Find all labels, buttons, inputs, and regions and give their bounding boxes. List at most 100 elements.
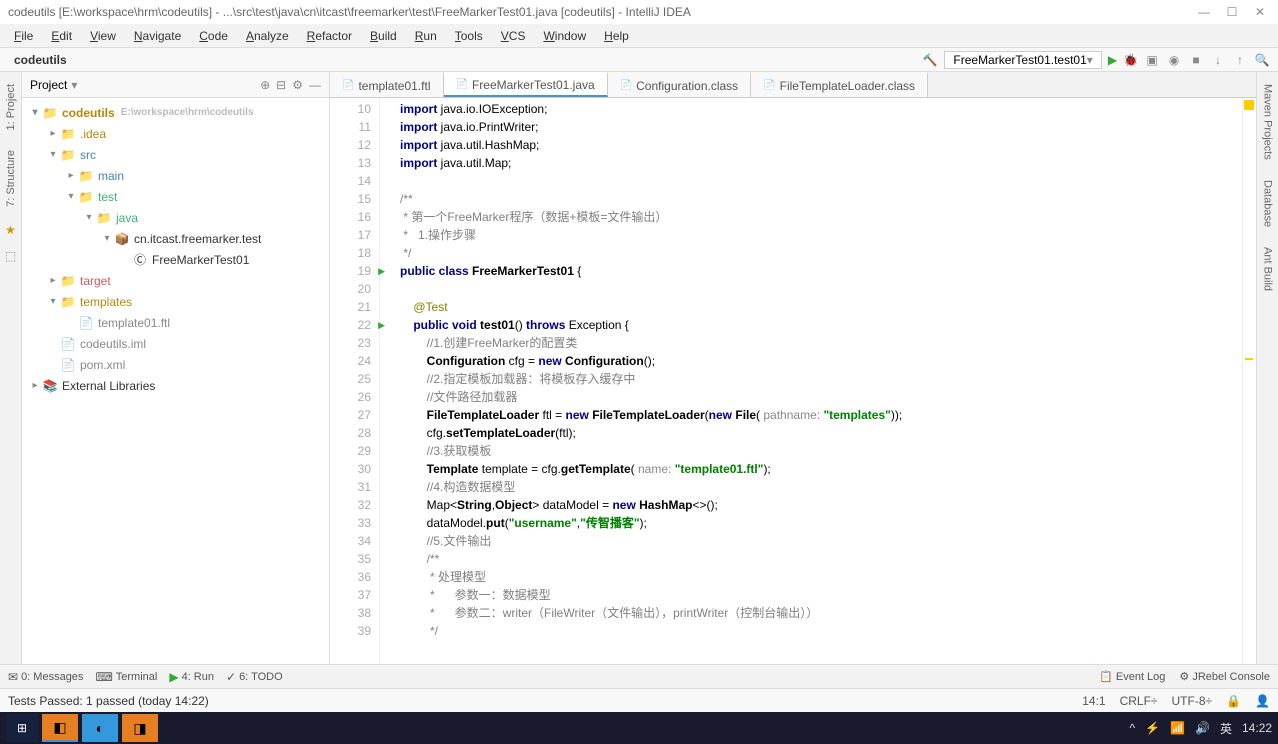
tree-node[interactable]: 📄codeutils.iml — [22, 333, 329, 354]
project-header-label: Project — [30, 78, 67, 92]
run-config-selector[interactable]: FreeMarkerTest01.test01 ▾ — [944, 51, 1101, 69]
editor-tab[interactable]: 📄Configuration.class — [608, 72, 752, 97]
tool-ant-tab[interactable]: Ant Build — [1262, 243, 1274, 295]
window-title: codeutils [E:\workspace\hrm\codeutils] -… — [8, 5, 691, 19]
menu-edit[interactable]: Edit — [43, 27, 80, 45]
error-stripe[interactable] — [1242, 98, 1256, 664]
taskbar-app-3[interactable]: ◨ — [122, 714, 158, 742]
menubar: FileEditViewNavigateCodeAnalyzeRefactorB… — [0, 24, 1278, 48]
bottom-tool-right[interactable]: ⚙ JRebel Console — [1179, 670, 1270, 683]
minimize-button[interactable]: — — [1194, 5, 1214, 19]
tray-item[interactable]: ^ — [1129, 721, 1135, 735]
tray-item[interactable]: ⚡ — [1145, 721, 1160, 735]
titlebar: codeutils [E:\workspace\hrm\codeutils] -… — [0, 0, 1278, 24]
menu-file[interactable]: File — [6, 27, 41, 45]
gutter[interactable]: 10111213141516171819▶202122▶232425262728… — [330, 98, 380, 664]
menu-view[interactable]: View — [82, 27, 124, 45]
tree-node[interactable]: 📄pom.xml — [22, 354, 329, 375]
bottom-tool-stripe: ✉ 0: Messages ⌨ Terminal ▶ 4: Run ✓ 6: TODO… — [0, 664, 1278, 688]
tool-project-tab[interactable]: 1: Project — [5, 80, 17, 134]
bottom-tool[interactable]: ▶ 4: Run — [169, 670, 214, 684]
gear-icon[interactable]: ⚙ — [292, 78, 303, 92]
lock-icon[interactable]: 🔒 — [1226, 694, 1241, 708]
tree-node[interactable]: ▸📁target — [22, 270, 329, 291]
warning-indicator — [1244, 100, 1254, 110]
tray-item[interactable]: 🔊 — [1195, 721, 1210, 735]
run-config-label: FreeMarkerTest01.test01 — [953, 53, 1086, 67]
bottom-tool[interactable]: ⌨ Terminal — [95, 670, 157, 684]
tray-item[interactable]: 14:22 — [1242, 721, 1272, 735]
menu-analyze[interactable]: Analyze — [238, 27, 297, 45]
editor-tab[interactable]: 📄FreeMarkerTest01.java — [444, 72, 608, 97]
maximize-button[interactable]: ☐ — [1222, 5, 1242, 19]
system-tray[interactable]: ^ ⚡ 📶 🔊 英 14:22 — [1129, 720, 1272, 737]
build-icon[interactable]: ⬚ — [5, 249, 16, 263]
start-button[interactable]: ⊞ — [6, 714, 38, 742]
tray-item[interactable]: 📶 — [1170, 721, 1185, 735]
favorites-icon[interactable]: ★ — [5, 223, 16, 237]
vcs-commit-icon[interactable]: ↑ — [1232, 53, 1248, 67]
close-button[interactable]: ✕ — [1250, 5, 1270, 19]
tree-node[interactable]: ⒸFreeMarkerTest01 — [22, 249, 329, 270]
menu-code[interactable]: Code — [191, 27, 236, 45]
menu-window[interactable]: Window — [535, 27, 594, 45]
vcs-update-icon[interactable]: ↓ — [1210, 53, 1226, 67]
menu-vcs[interactable]: VCS — [493, 27, 534, 45]
hammer-icon[interactable]: 🔨 — [922, 53, 938, 67]
left-tool-stripe: 1: Project 7: Structure ★ ⬚ — [0, 72, 22, 664]
line-separator[interactable]: CRLF÷ — [1120, 694, 1158, 708]
tree-node[interactable]: ▾📁codeutilsE:\workspace\hrm\codeutils — [22, 102, 329, 123]
tool-database-tab[interactable]: Database — [1262, 176, 1274, 231]
editor-tab[interactable]: 📄FileTemplateLoader.class — [751, 72, 928, 97]
tree-node[interactable]: ▾📁java — [22, 207, 329, 228]
tree-node[interactable]: ▸📁.idea — [22, 123, 329, 144]
encoding[interactable]: UTF-8÷ — [1172, 694, 1213, 708]
coverage-button[interactable]: ▣ — [1144, 53, 1160, 67]
editor-tab[interactable]: 📄template01.ftl — [330, 72, 444, 97]
editor-tabs: 📄template01.ftl📄FreeMarkerTest01.java📄Co… — [330, 72, 1256, 98]
tree-node[interactable]: ▾📁src — [22, 144, 329, 165]
taskbar-app-2[interactable]: ◐ — [82, 714, 118, 742]
bottom-tool-right[interactable]: 📋 Event Log — [1099, 670, 1165, 683]
navigation-bar: codeutils 🔨 FreeMarkerTest01.test01 ▾ ▶ … — [0, 48, 1278, 72]
tree-node[interactable]: ▾📁templates — [22, 291, 329, 312]
breadcrumb[interactable]: codeutils — [8, 51, 73, 69]
tool-structure-tab[interactable]: 7: Structure — [5, 146, 17, 211]
menu-tools[interactable]: Tools — [447, 27, 491, 45]
code-content[interactable]: import java.io.IOException;import java.i… — [380, 98, 1242, 664]
run-button[interactable]: ▶ — [1108, 53, 1117, 67]
bottom-tool[interactable]: ✉ 0: Messages — [8, 670, 83, 684]
windows-taskbar: ⊞ ◧ ◐ ◨ ^ ⚡ 📶 🔊 英 14:22 — [0, 712, 1278, 744]
stop-button[interactable]: ■ — [1188, 53, 1204, 67]
warning-mark[interactable] — [1245, 358, 1253, 360]
debug-button[interactable]: 🐞 — [1123, 53, 1138, 67]
tree-node[interactable]: ▾📦cn.itcast.freemarker.test — [22, 228, 329, 249]
menu-run[interactable]: Run — [407, 27, 445, 45]
status-bar: Tests Passed: 1 passed (today 14:22) 14:… — [0, 688, 1278, 712]
tray-item[interactable]: 英 — [1220, 720, 1232, 737]
menu-navigate[interactable]: Navigate — [126, 27, 189, 45]
hector-icon[interactable]: 👤 — [1255, 694, 1270, 708]
cursor-position: 14:1 — [1082, 694, 1105, 708]
tree-node[interactable]: ▸📚External Libraries — [22, 375, 329, 396]
chevron-down-icon[interactable]: ▾ — [71, 78, 77, 92]
menu-help[interactable]: Help — [596, 27, 637, 45]
tree-node[interactable]: ▸📁main — [22, 165, 329, 186]
collapse-icon[interactable]: ⊟ — [276, 78, 286, 92]
editor: 📄template01.ftl📄FreeMarkerTest01.java📄Co… — [330, 72, 1256, 664]
menu-refactor[interactable]: Refactor — [299, 27, 360, 45]
project-tree[interactable]: ▾📁codeutilsE:\workspace\hrm\codeutils▸📁.… — [22, 98, 329, 664]
tree-node[interactable]: ▾📁test — [22, 186, 329, 207]
search-icon[interactable]: 🔍 — [1254, 53, 1270, 67]
tool-maven-tab[interactable]: Maven Projects — [1262, 80, 1274, 164]
menu-build[interactable]: Build — [362, 27, 405, 45]
tree-node[interactable]: 📄template01.ftl — [22, 312, 329, 333]
profile-button[interactable]: ◉ — [1166, 53, 1182, 67]
scroll-from-source-icon[interactable]: ⊕ — [260, 78, 270, 92]
bottom-tool[interactable]: ✓ 6: TODO — [226, 670, 283, 684]
status-message: Tests Passed: 1 passed (today 14:22) — [8, 694, 209, 708]
project-header: Project ▾ ⊕ ⊟ ⚙ — — [22, 72, 329, 98]
taskbar-intellij[interactable]: ◧ — [42, 714, 78, 742]
chevron-down-icon: ▾ — [1087, 53, 1093, 67]
hide-icon[interactable]: — — [309, 78, 321, 92]
